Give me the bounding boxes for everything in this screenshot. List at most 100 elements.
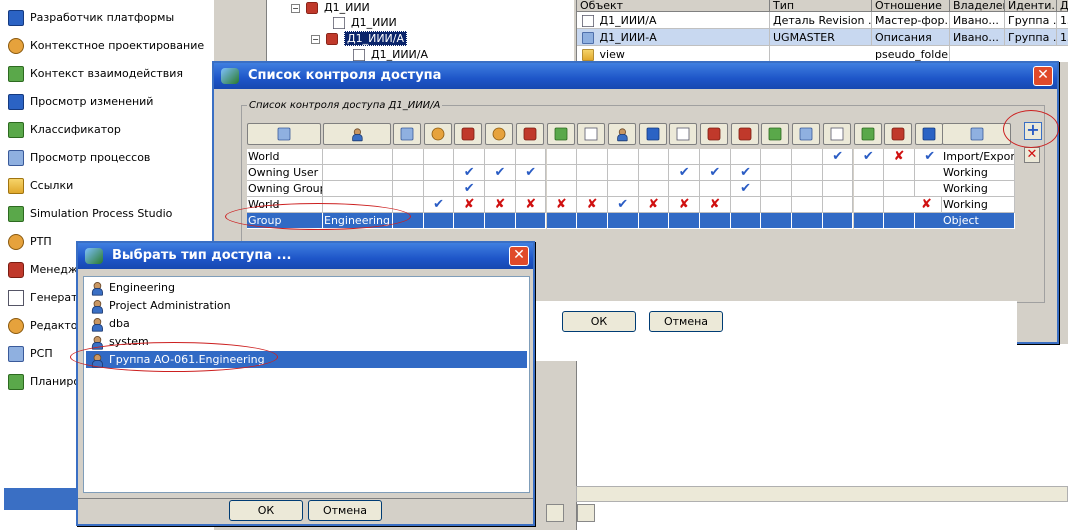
column-header-object[interactable]: Объект (577, 0, 770, 12)
acl-status-cell: Working (942, 165, 1015, 181)
nav-item-classifier[interactable]: Классификатор (8, 119, 121, 141)
chooser-ok-button[interactable]: ОК (229, 500, 303, 521)
import-icon (738, 127, 752, 141)
chooser-cancel-button[interactable]: Отмена (308, 500, 382, 521)
column-header-relation[interactable]: Отношение (872, 0, 950, 12)
privilege-column-button[interactable] (761, 123, 790, 145)
nav-item-context-design[interactable]: Контекстное проектирование (8, 35, 204, 57)
accessor-column-icon (351, 128, 364, 142)
privilege-column-button[interactable] (546, 123, 575, 145)
accessor-list[interactable]: Engineering Project Administration dba syst… (83, 276, 530, 493)
acl-titlebar[interactable]: Список контроля доступа ✕ (214, 63, 1057, 89)
deny-cross-icon: ✘ (577, 197, 608, 213)
publish-icon (615, 128, 628, 142)
chooser-titlebar[interactable]: Выбрать тип доступа ... ✕ (78, 243, 533, 269)
remove-entry-button[interactable]: ✕ (1024, 147, 1040, 163)
tree-node[interactable]: − Д1_ИИИ (291, 0, 370, 16)
privilege-column-button[interactable] (914, 123, 943, 145)
acl-privilege-cell (792, 197, 823, 213)
nav-item-editor[interactable]: Редактор (8, 315, 85, 337)
acl-privilege-cell (515, 181, 547, 197)
nav-item-rsp[interactable]: РСП (8, 343, 53, 365)
column-header-id[interactable]: Иденти... (1005, 0, 1057, 12)
collapse-icon[interactable]: − (311, 34, 320, 44)
nav-item-platform-developer[interactable]: Разработчик платформы (8, 7, 174, 29)
user-group-icon (90, 299, 104, 314)
acl-accessor-cell (323, 181, 393, 197)
grant-check-icon: ✔ (607, 197, 639, 213)
privilege-column-button[interactable] (607, 123, 636, 145)
privilege-column-button[interactable] (669, 123, 698, 145)
privilege-column-button[interactable] (822, 123, 851, 145)
search-icon[interactable] (577, 504, 595, 522)
privilege-column-button[interactable] (454, 123, 483, 145)
acl-privilege-cell (638, 181, 670, 197)
acl-cancel-button[interactable]: Отмена (649, 311, 723, 332)
table-cell: Д1_ИИИ/A (577, 12, 770, 29)
app-icon (85, 248, 103, 264)
acl-privilege-cell (853, 181, 885, 197)
acl-privilege-cell (884, 213, 915, 229)
privilege-column-button[interactable] (393, 123, 421, 145)
export-icon (707, 127, 721, 141)
privilege-column-button[interactable] (485, 123, 514, 145)
privilege-column-button[interactable] (730, 123, 759, 145)
column-header-type[interactable]: Тип (770, 0, 872, 12)
acl-privilege-cell (423, 181, 455, 197)
column-header-d[interactable]: Д (1057, 0, 1068, 12)
remote-checkout-icon (891, 127, 905, 141)
table-cell: Группа ... (1005, 12, 1057, 29)
nav-item-links[interactable]: Ссылки (8, 175, 73, 197)
collapse-icon[interactable]: − (291, 3, 300, 13)
status-column-button[interactable] (942, 123, 1011, 145)
column-header-owner[interactable]: Владелец (950, 0, 1005, 12)
nav-item-generator[interactable]: Генерат (8, 287, 78, 309)
accessor-column-button[interactable] (323, 123, 391, 145)
privilege-column-button[interactable] (700, 123, 728, 145)
nav-item-processes[interactable]: Просмотр процессов (8, 147, 150, 169)
acl-ok-button[interactable]: ОК (562, 311, 636, 332)
developer-icon (8, 10, 24, 26)
acl-privilege-cell (761, 149, 793, 165)
acl-status-cell: Working (942, 197, 1015, 213)
acl-type-cell: Owning Group (247, 181, 323, 197)
privilege-column-button[interactable] (638, 123, 667, 145)
changes-icon (8, 94, 24, 110)
privilege-column-button[interactable] (577, 123, 606, 145)
nav-item-interaction-context[interactable]: Контекст взаимодействия (8, 63, 183, 85)
acl-privilege-cell (607, 181, 639, 197)
grant-check-icon: ✔ (730, 165, 762, 181)
nav-item-changes[interactable]: Просмотр изменений (8, 91, 153, 113)
acl-status-cell: Import/Export (942, 149, 1015, 165)
accessor-item[interactable]: dba (86, 315, 527, 332)
close-button[interactable]: ✕ (509, 246, 529, 266)
acl-privilege-cell (700, 181, 731, 197)
privilege-column-button[interactable] (423, 123, 452, 145)
privilege-column-button[interactable] (884, 123, 913, 145)
deny-cross-icon: ✘ (669, 197, 700, 213)
horizontal-scrollbar[interactable] (576, 486, 1068, 502)
transfer-out-icon (799, 127, 813, 141)
acl-privilege-cell (546, 213, 578, 229)
acl-privilege-cell (515, 213, 547, 229)
type-column-button[interactable] (247, 123, 321, 145)
nav-item-rtp[interactable]: РТП (8, 231, 52, 253)
privilege-column-button[interactable] (853, 123, 882, 145)
rtp-icon (8, 234, 24, 250)
acl-privilege-cell (515, 149, 547, 165)
accessor-item[interactable]: Project Administration (86, 297, 527, 314)
tool-icon[interactable] (546, 504, 564, 522)
acl-title: Список контроля доступа (248, 68, 442, 83)
nav-item-label: Разработчик платформы (30, 11, 175, 24)
tree-node[interactable]: Д1_ИИИ (331, 15, 397, 31)
nav-item-label: Контекстное проектирование (30, 39, 205, 52)
nav-item-simulation[interactable]: Simulation Process Studio (8, 203, 172, 225)
privilege-column-button[interactable] (515, 123, 544, 145)
privilege-column-button[interactable] (792, 123, 821, 145)
nav-item-manager[interactable]: Менедж (8, 259, 78, 281)
accessor-item[interactable]: Engineering (86, 279, 527, 296)
highlight-ellipse (70, 342, 278, 372)
tree-node-selected[interactable]: − Д1_ИИИ/A (311, 31, 408, 47)
nav-item-planner[interactable]: Планиро (8, 371, 80, 393)
close-button[interactable]: ✕ (1033, 66, 1053, 86)
